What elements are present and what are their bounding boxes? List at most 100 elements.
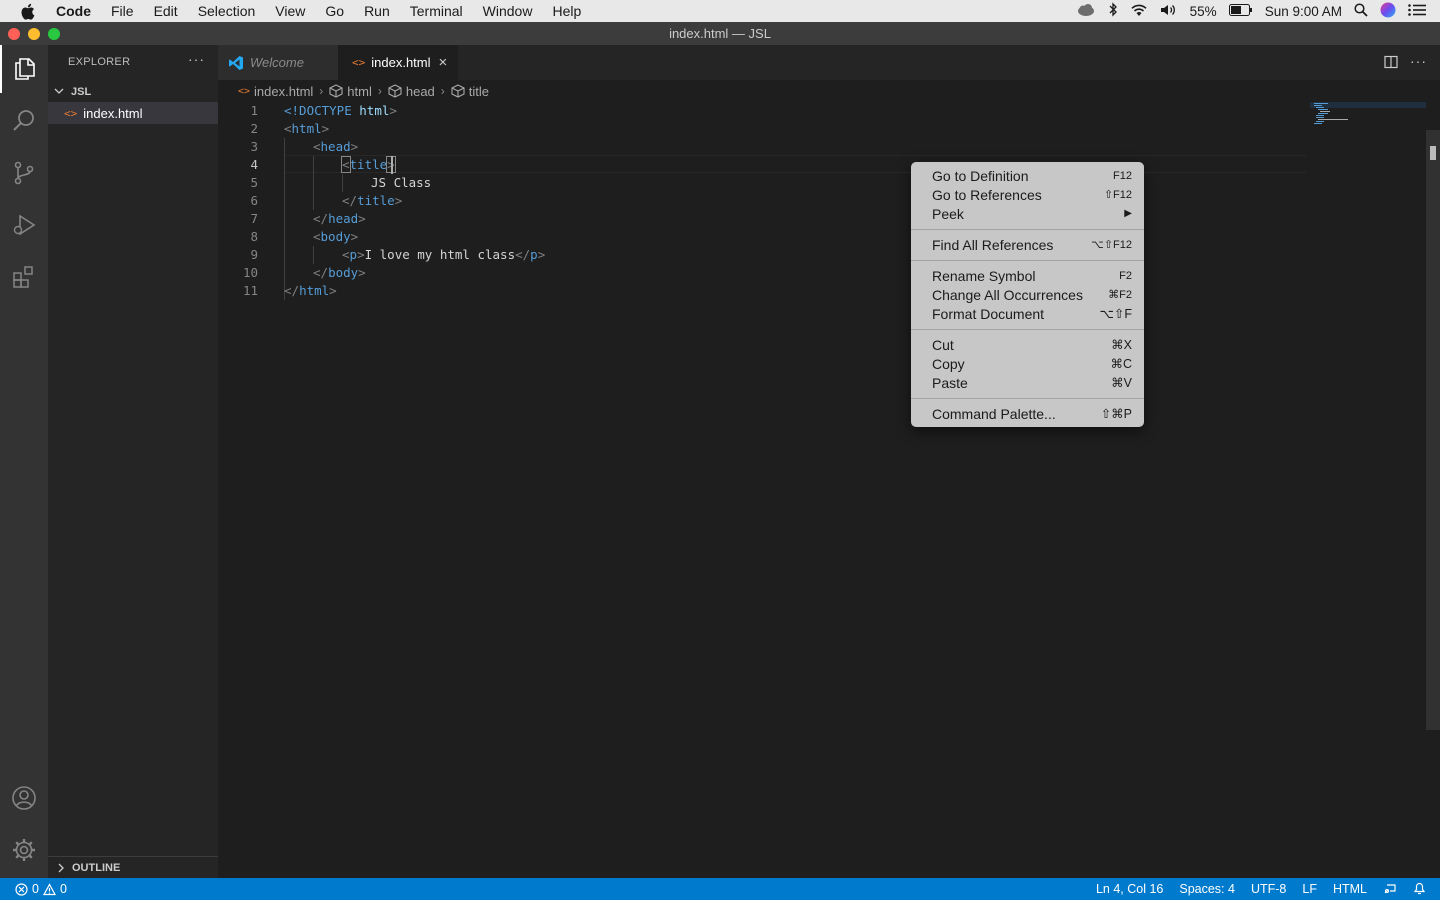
creative-cloud-icon[interactable]: [1076, 3, 1096, 20]
end-of-line[interactable]: LF: [1302, 882, 1317, 896]
line-number: 4: [250, 157, 258, 172]
problems-indicator[interactable]: 0 0: [0, 882, 67, 896]
code-line: <head>: [313, 138, 358, 156]
close-tab-button[interactable]: ×: [439, 54, 448, 71]
encoding[interactable]: UTF-8: [1251, 882, 1286, 896]
menu-go[interactable]: Go: [315, 0, 354, 22]
breadcrumb-title[interactable]: title: [451, 84, 489, 99]
line-number: 11: [242, 283, 258, 298]
menubar-clock[interactable]: Sun 9:00 AM: [1265, 4, 1342, 19]
menu-help[interactable]: Help: [542, 0, 591, 22]
line-number: 2: [250, 121, 258, 136]
zoom-window-button[interactable]: [48, 28, 60, 40]
bell-icon[interactable]: [1413, 881, 1426, 898]
minimize-window-button[interactable]: [28, 28, 40, 40]
apple-logo-icon[interactable]: [20, 3, 36, 20]
menu-item-command-palette[interactable]: Command Palette... ⇧⌘P: [911, 404, 1144, 423]
source-control-activity-button[interactable]: [0, 149, 48, 197]
warning-icon: [42, 882, 56, 895]
menu-item-label: Format Document: [932, 305, 1045, 322]
language-mode[interactable]: HTML: [1333, 882, 1367, 896]
explorer-more-actions-button[interactable]: ···: [188, 51, 205, 67]
menu-item-go-to-references[interactable]: Go to References ⇧F12: [911, 185, 1144, 204]
menu-item-label: Change All Occurrences: [932, 286, 1083, 303]
menu-item-peek[interactable]: Peek ▶: [911, 204, 1144, 223]
code-token: p: [349, 247, 358, 262]
menu-item-label: Cut: [932, 336, 954, 353]
battery-icon[interactable]: [1228, 3, 1253, 19]
status-bar: 0 0 Ln 4, Col 16 Spaces: 4 UTF-8 LF HTML: [0, 878, 1440, 900]
file-item-index-html[interactable]: <> index.html: [48, 102, 218, 124]
menu-file[interactable]: File: [101, 0, 144, 22]
menu-run[interactable]: Run: [354, 0, 400, 22]
menu-app-code[interactable]: Code: [46, 0, 101, 22]
code-token: >: [329, 283, 337, 298]
manage-activity-button[interactable]: [0, 826, 48, 874]
line-number: 9: [250, 247, 258, 262]
accounts-activity-button[interactable]: [0, 774, 48, 822]
menu-item-rename-symbol[interactable]: Rename Symbol F2: [911, 266, 1144, 285]
breadcrumb-html[interactable]: html: [329, 84, 372, 99]
code-token: body: [328, 265, 359, 280]
menu-terminal[interactable]: Terminal: [400, 0, 473, 22]
code-token: html: [359, 103, 390, 118]
code-token: p: [530, 247, 538, 262]
outline-section[interactable]: OUTLINE: [48, 856, 218, 878]
menu-item-change-all-occurrences[interactable]: Change All Occurrences ⌘F2: [911, 285, 1144, 304]
cursor-position[interactable]: Ln 4, Col 16: [1096, 882, 1163, 896]
tab-index-html[interactable]: <> index.html ×: [338, 45, 458, 80]
menu-item-cut[interactable]: Cut ⌘X: [911, 335, 1144, 354]
code-token: </: [342, 193, 358, 208]
tab-welcome[interactable]: Welcome: [218, 45, 338, 80]
menu-item-paste[interactable]: Paste ⌘V: [911, 373, 1144, 392]
menu-item-label: Copy: [932, 355, 965, 372]
code-editor[interactable]: 1 2 3 4 5 6 7 8 9 10 11 <!DOCTYPE html> …: [218, 102, 1308, 878]
vertical-scrollbar[interactable]: [1426, 130, 1440, 730]
minimap[interactable]: [1310, 102, 1426, 142]
volume-icon[interactable]: [1160, 3, 1178, 20]
gear-icon: [13, 839, 35, 861]
code-token: html: [291, 121, 322, 136]
spotlight-search-icon[interactable]: [1354, 2, 1368, 20]
extensions-activity-button[interactable]: [0, 253, 48, 301]
search-activity-button[interactable]: [0, 97, 48, 145]
more-actions-icon[interactable]: ···: [1410, 53, 1427, 69]
menu-item-label: Peek: [932, 205, 964, 222]
chevron-right-icon: ›: [319, 84, 324, 98]
menu-item-copy[interactable]: Copy ⌘C: [911, 354, 1144, 373]
menu-item-format-document[interactable]: Format Document ⌥⇧F: [911, 304, 1144, 323]
code-line: <body>: [313, 228, 358, 246]
run-debug-activity-button[interactable]: [0, 201, 48, 249]
feedback-icon[interactable]: [1383, 881, 1397, 898]
breadcrumb-head[interactable]: head: [388, 84, 435, 99]
bluetooth-icon[interactable]: [1108, 2, 1118, 20]
indentation[interactable]: Spaces: 4: [1179, 882, 1235, 896]
editor-tab-bar: Welcome <> index.html × ···: [218, 45, 1440, 80]
breadcrumb-label: title: [468, 83, 490, 99]
html-file-icon: <>: [64, 106, 78, 120]
code-line: </head>: [313, 210, 366, 228]
explorer-activity-button[interactable]: [0, 45, 48, 93]
siri-icon[interactable]: [1380, 2, 1396, 21]
chevron-right-icon: ›: [440, 84, 445, 98]
menu-view[interactable]: View: [265, 0, 315, 22]
menu-item-find-all-references[interactable]: Find All References ⌥⇧F12: [911, 235, 1144, 254]
code-token: <: [313, 229, 321, 244]
menu-edit[interactable]: Edit: [144, 0, 188, 22]
split-editor-icon[interactable]: [1384, 55, 1398, 72]
notification-center-icon[interactable]: [1408, 3, 1426, 19]
breadcrumb-file[interactable]: <> index.html: [238, 84, 313, 99]
menu-item-label: Paste: [932, 374, 968, 391]
indent-guide: [313, 156, 314, 210]
menu-selection[interactable]: Selection: [188, 0, 266, 22]
menu-window[interactable]: Window: [473, 0, 543, 22]
menu-separator: [911, 229, 1144, 230]
explorer-title: EXPLORER: [68, 56, 131, 68]
chevron-right-icon: [58, 863, 64, 872]
folder-name: JSL: [71, 86, 92, 98]
menu-item-shortcut: F2: [1119, 269, 1132, 282]
menu-item-go-to-definition[interactable]: Go to Definition F12: [911, 166, 1144, 185]
folder-jsl[interactable]: JSL: [48, 81, 218, 103]
close-window-button[interactable]: [8, 28, 20, 40]
wifi-icon[interactable]: [1130, 3, 1148, 20]
